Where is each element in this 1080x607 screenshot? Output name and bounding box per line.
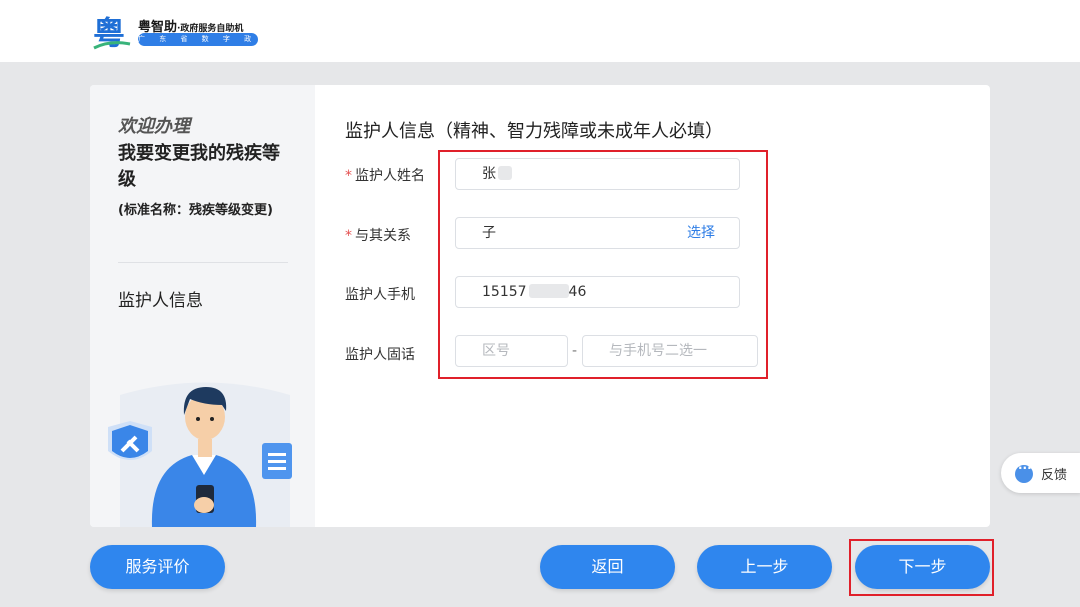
previous-step-button[interactable]: 上一步 xyxy=(697,545,832,589)
back-button[interactable]: 返回 xyxy=(540,545,675,589)
sidebar: 欢迎办理 我要变更我的残疾等级 (标准名称：残疾等级变更) 监护人信息 xyxy=(90,85,315,527)
form-title: 监护人信息（精神、智力残障或未成年人必填） xyxy=(345,121,723,142)
guardian-landline-label: 监护人固话 xyxy=(345,347,415,363)
next-step-highlight-box xyxy=(849,539,994,596)
form-highlight-box xyxy=(438,150,768,379)
chat-bubble-icon xyxy=(1015,461,1033,483)
brand-logo: 粤 粤智助·政府服务自助机 广 东 省 数 字 政 府 xyxy=(90,10,272,54)
standard-name: (标准名称：残疾等级变更) xyxy=(118,203,273,218)
welcome-text: 欢迎办理 xyxy=(118,116,190,137)
yue-logo-icon: 粤 xyxy=(93,14,131,52)
guardian-name-label: * 监护人姓名 xyxy=(345,168,425,184)
service-rating-button[interactable]: 服务评价 xyxy=(90,545,225,589)
brand-tagline: 广 东 省 数 字 政 府 xyxy=(138,33,272,46)
service-name: 我要变更我的残疾等级 xyxy=(118,143,280,190)
guardian-phone-label: 监护人手机 xyxy=(345,287,415,303)
current-section: 监护人信息 xyxy=(118,291,203,311)
guardian-illustration-icon xyxy=(108,382,292,527)
feedback-label: 反馈 xyxy=(1041,468,1068,483)
relation-label: * 与其关系 xyxy=(345,228,411,244)
top-bar: 粤 粤智助·政府服务自助机 广 东 省 数 字 政 府 xyxy=(0,0,1080,62)
sidebar-divider xyxy=(118,262,288,263)
feedback-button[interactable]: 反馈 xyxy=(1001,453,1080,493)
